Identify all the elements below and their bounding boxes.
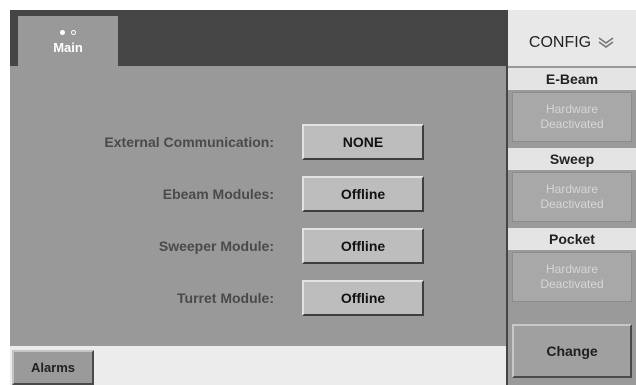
status-row-external-communication: External Communication: NONE <box>10 124 506 162</box>
page-dot-inactive <box>71 30 76 35</box>
app-window: Main External Communication: NONE Ebeam … <box>10 10 636 385</box>
status-area: External Communication: NONE Ebeam Modul… <box>10 66 506 346</box>
change-button[interactable]: Change <box>512 324 632 378</box>
main-panel: Main External Communication: NONE Ebeam … <box>10 10 506 385</box>
status-label: External Communication: <box>104 134 274 150</box>
status-row-turret-module: Turret Module: Offline <box>10 280 506 318</box>
double-chevron-down-icon <box>598 37 614 48</box>
tab-main[interactable]: Main <box>18 16 118 66</box>
status-line: Hardware <box>545 182 599 196</box>
config-header[interactable]: CONFIG <box>508 10 636 66</box>
status-line: Deactivated <box>540 277 604 291</box>
page-indicator <box>60 28 76 38</box>
config-section-sweep: Sweep <box>508 148 636 170</box>
status-label: Ebeam Modules: <box>162 186 274 202</box>
status-row-sweeper-module: Sweeper Module: Offline <box>10 228 506 266</box>
pocket-hardware-status[interactable]: Hardware Deactivated <box>512 252 632 302</box>
config-section-ebeam: E-Beam <box>508 68 636 90</box>
status-line: Deactivated <box>540 117 604 131</box>
status-row-ebeam-modules: Ebeam Modules: Offline <box>10 176 506 214</box>
sweep-hardware-status[interactable]: Hardware Deactivated <box>512 172 632 222</box>
sweeper-module-button[interactable]: Offline <box>302 228 424 264</box>
status-line: Hardware <box>545 102 599 116</box>
external-communication-button[interactable]: NONE <box>302 124 424 160</box>
ebeam-hardware-status[interactable]: Hardware Deactivated <box>512 92 632 142</box>
alarms-button[interactable]: Alarms <box>12 350 94 385</box>
ebeam-modules-button[interactable]: Offline <box>302 176 424 212</box>
status-line: Deactivated <box>540 197 604 211</box>
status-label: Turret Module: <box>177 290 274 306</box>
page-dot-active <box>60 30 65 35</box>
status-line: Hardware <box>545 262 599 276</box>
status-label: Sweeper Module: <box>158 238 274 254</box>
config-title: CONFIG <box>528 34 592 51</box>
config-section-pocket: Pocket <box>508 228 636 250</box>
turret-module-button[interactable]: Offline <box>302 280 424 316</box>
tab-main-label: Main <box>53 39 83 55</box>
config-panel: CONFIG E-Beam Hardware Deactivated Sweep… <box>508 10 636 385</box>
